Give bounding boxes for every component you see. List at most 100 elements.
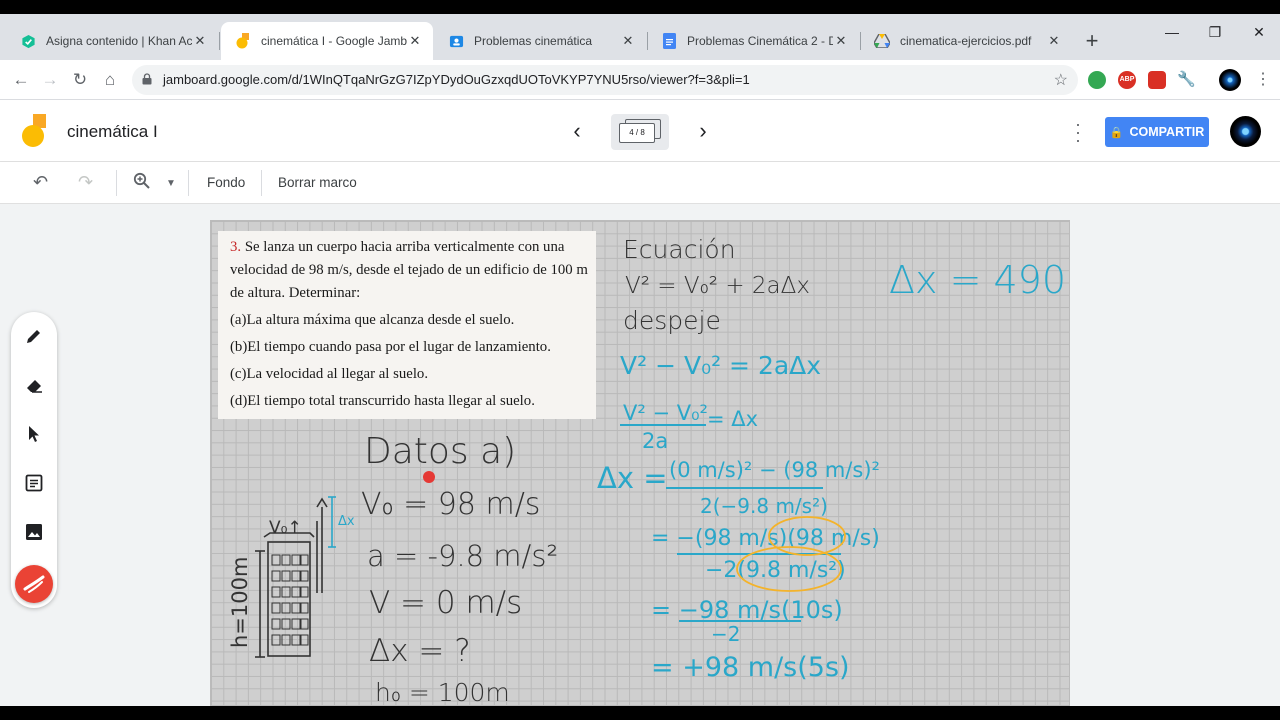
equation-block: Ecuación V² = V₀² + 2aΔx despeje V² − V₀…: [597, 235, 1071, 683]
classroom-icon: [448, 33, 464, 49]
lock-icon: [142, 73, 152, 85]
redo-icon[interactable]: ↷: [78, 172, 93, 193]
url-text: jamboard.google.com/d/1WInQTqaNrGzG7IZpY…: [163, 72, 750, 87]
khan-academy-icon: [20, 33, 36, 49]
next-frame-icon[interactable]: ›: [691, 118, 715, 144]
key-extension-icon[interactable]: 🔧: [1177, 71, 1196, 89]
home-icon[interactable]: ⌂: [98, 68, 122, 92]
more-options-icon[interactable]: · · ·: [1070, 115, 1086, 149]
lock-icon: 🔒: [1109, 126, 1124, 139]
equation-7: = +98 m/s(5s): [651, 652, 850, 683]
jam-frame[interactable]: 3. Se lanza un cuerpo hacia arriba verti…: [210, 220, 1071, 706]
tab-bar: Asigna contenido | Khan Acade ✕ cinemáti…: [0, 14, 1280, 60]
sticky-note-icon[interactable]: [22, 473, 46, 497]
share-button[interactable]: 🔒 COMPARTIR: [1105, 117, 1209, 147]
board-title[interactable]: cinemática I: [67, 122, 158, 142]
datos-title: Datos a): [364, 431, 516, 472]
datos-v0: V₀ = 98 m/s: [361, 487, 540, 522]
equation-2: V² − V₀² = 2aΔx: [620, 351, 821, 380]
handwriting-layer: V₀↑ Δx h=100m Datos a) V₀ = 98 m/s a = -…: [228, 235, 1071, 706]
equation-3-numerator: V² − V₀²: [623, 401, 708, 425]
restore-icon[interactable]: ❐: [1195, 24, 1235, 41]
datos-dx: Δx = ?: [369, 633, 471, 669]
result-delta-x: Δx = 490 m: [889, 258, 1071, 302]
divider: [261, 170, 262, 196]
tool-panel: [11, 312, 57, 608]
zoom-dropdown-icon[interactable]: ▼: [166, 178, 176, 189]
tab-khan-academy[interactable]: Asigna contenido | Khan Acade ✕: [6, 22, 218, 60]
equation-4-denominator: 2(−9.8 m/s²): [700, 494, 828, 518]
previous-frame-icon[interactable]: ‹: [565, 118, 589, 144]
jamboard-header: cinemática I ‹ 4 / 8 › · · · 🔒 COMPARTIR: [0, 100, 1280, 162]
tab-title: Problemas cinemática: [474, 34, 593, 48]
datos-block: Datos a) V₀ = 98 m/s a = -9.8 m/s² V = 0…: [361, 431, 558, 706]
avatar[interactable]: [1230, 116, 1261, 147]
extension-shield-icon[interactable]: [1088, 71, 1106, 89]
background-button[interactable]: Fondo: [207, 175, 245, 190]
equation-3-denominator: 2a: [642, 429, 668, 453]
profile-avatar[interactable]: [1219, 69, 1241, 91]
tab-title: cinematica-ejercicios.pdf: [900, 34, 1032, 48]
datos-h0: h₀ = 100m: [375, 678, 510, 706]
chrome-menu-icon[interactable]: ⋮: [1251, 68, 1275, 92]
equation-5-denominator: −2(9.8 m/s²): [705, 558, 846, 583]
tab-title: Problemas Cinemática 2 - Doc: [687, 34, 833, 48]
address-bar[interactable]: jamboard.google.com/d/1WInQTqaNrGzG7IZpY…: [132, 65, 1078, 95]
share-label: COMPARTIR: [1129, 125, 1205, 139]
undo-icon[interactable]: ↶: [33, 172, 48, 193]
close-icon[interactable]: ✕: [192, 33, 208, 49]
despeje-label: despeje: [623, 306, 721, 335]
select-cursor-icon[interactable]: [22, 424, 46, 448]
equation-6-numerator: = −98 m/s(10s): [651, 596, 843, 624]
minimize-icon[interactable]: —: [1152, 24, 1192, 40]
pen-icon[interactable]: [22, 326, 46, 350]
back-icon[interactable]: ←: [9, 68, 33, 92]
close-window-icon[interactable]: ✕: [1239, 24, 1279, 41]
drive-pdf-icon: [874, 33, 890, 49]
reload-icon[interactable]: ↻: [68, 68, 92, 92]
frame-counter: 4 / 8: [619, 123, 655, 143]
equation-4-lhs: Δx =: [597, 461, 668, 495]
equation-4-numerator: (0 m/s)² − (98 m/s)²: [669, 458, 880, 482]
zoom-icon[interactable]: [133, 172, 150, 194]
jamboard-icon: [235, 33, 251, 49]
clear-frame-button[interactable]: Borrar marco: [278, 175, 357, 190]
divider: [116, 170, 117, 196]
jamboard-logo: [22, 114, 46, 147]
google-docs-icon: [661, 33, 677, 49]
workspace: 3. Se lanza un cuerpo hacia arriba verti…: [0, 204, 1280, 706]
building-dx-label: Δx: [338, 514, 355, 529]
edit-toolbar: ↶ ↷ ▼ Fondo Borrar marco: [0, 162, 1280, 204]
browser-window: Asigna contenido | Khan Acade ✕ cinemáti…: [0, 14, 1280, 706]
close-icon[interactable]: ✕: [833, 33, 849, 49]
tab-title: cinemática I - Google Jamboar: [261, 34, 407, 48]
building-v0-label: V₀↑: [269, 518, 302, 538]
tab-google-docs[interactable]: Problemas Cinemática 2 - Doc ✕: [647, 22, 859, 60]
close-icon[interactable]: ✕: [1046, 33, 1062, 49]
close-icon[interactable]: ✕: [407, 33, 423, 49]
tab-classroom[interactable]: Problemas cinemática ✕: [434, 22, 646, 60]
image-icon[interactable]: [22, 522, 46, 546]
adblock-icon[interactable]: ABP: [1118, 71, 1136, 89]
tab-title: Asigna contenido | Khan Acade: [46, 34, 192, 48]
equation-6-denominator: −2: [711, 622, 740, 646]
divider: [188, 170, 189, 196]
browser-toolbar: ← → ↻ ⌂ jamboard.google.com/d/1WInQTqaNr…: [0, 60, 1280, 100]
height-bracket: [328, 496, 336, 548]
new-tab-button[interactable]: +: [1080, 28, 1104, 54]
ecuacion-label: Ecuación: [623, 235, 736, 264]
frame-bar-button[interactable]: 4 / 8: [611, 114, 669, 150]
tab-drive-pdf[interactable]: cinematica-ejercicios.pdf ✕: [860, 22, 1072, 60]
close-icon[interactable]: ✕: [620, 33, 636, 49]
building-height-label: h=100m: [228, 557, 252, 648]
forward-icon[interactable]: →: [38, 68, 62, 92]
extension-stop-icon[interactable]: [1148, 71, 1166, 89]
eraser-icon[interactable]: [22, 375, 46, 399]
tab-jamboard[interactable]: cinemática I - Google Jamboar ✕: [221, 22, 433, 60]
equation-3-rhs: = Δx: [707, 407, 758, 431]
bookmark-star-icon[interactable]: ☆: [1054, 70, 1068, 90]
tab-separator: [219, 32, 220, 50]
laser-icon[interactable]: [15, 565, 53, 603]
datos-a: a = -9.8 m/s²: [367, 539, 558, 573]
laser-pointer-dot: [423, 471, 435, 483]
